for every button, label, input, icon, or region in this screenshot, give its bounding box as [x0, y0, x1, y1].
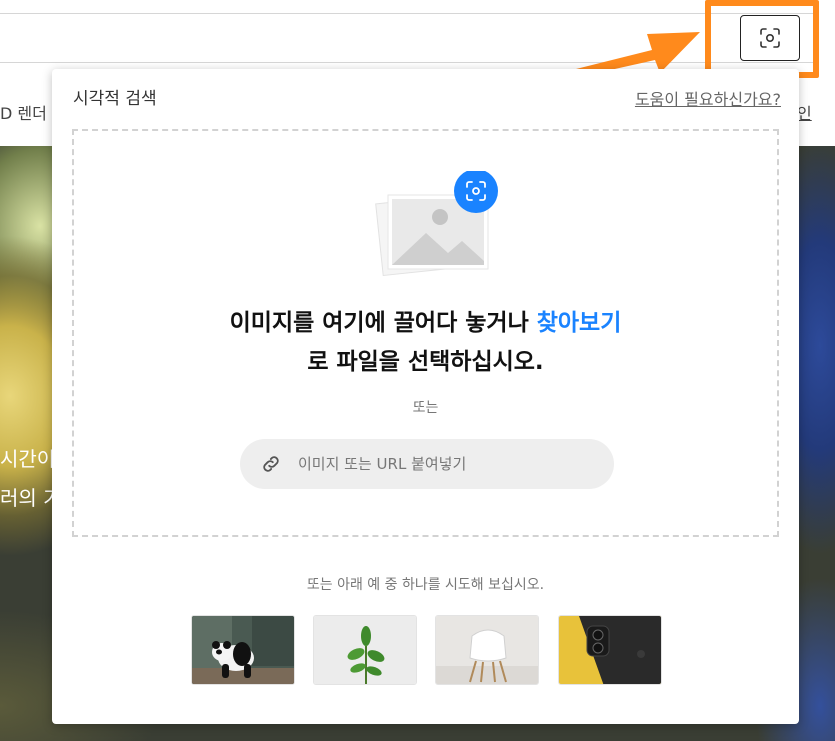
subnav-item[interactable]: D 렌더 — [0, 100, 47, 124]
url-input-container[interactable] — [240, 439, 614, 489]
example-thumbnail-phone[interactable] — [558, 615, 662, 685]
or-separator: 또는 — [412, 400, 439, 416]
subnav-link[interactable]: 인 — [797, 100, 812, 124]
browse-link[interactable]: 찾아보기 — [537, 310, 622, 336]
example-thumbnail-plant[interactable] — [313, 615, 417, 685]
drop-instructions-line2: 로 파일을 선택하십시오. — [307, 349, 544, 375]
highlight-box — [705, 0, 819, 78]
drop-instructions: 이미지를 여기에 끌어다 놓거나 찾아보기 — [74, 303, 777, 337]
plant-photo-icon — [314, 616, 416, 684]
example-thumbnail-panda[interactable] — [191, 615, 295, 685]
link-icon — [263, 456, 279, 472]
dialog-title: 시각적 검색 — [73, 89, 157, 109]
drop-instructions-text: 이미지를 여기에 끌어다 놓거나 — [229, 310, 537, 336]
url-input[interactable] — [296, 454, 614, 474]
search-bar[interactable] — [0, 13, 818, 63]
visual-search-dialog: 시각적 검색 도움이 필요하신가요? 이미지를 여기에 끌어다 놓거나 찾아보기… — [52, 69, 799, 724]
chair-photo-icon — [436, 616, 538, 684]
panda-photo-icon — [192, 616, 294, 684]
hero-text-line1: 시간이 — [0, 447, 56, 471]
phone-photo-icon — [559, 616, 661, 684]
help-link[interactable]: 도움이 필요하신가요? — [635, 86, 781, 110]
image-placeholder-icon — [375, 171, 498, 277]
examples-label: 또는 아래 예 중 하나를 시도해 보십시오. — [306, 577, 545, 593]
example-thumbnail-chair[interactable] — [435, 615, 539, 685]
image-drop-zone[interactable]: 이미지를 여기에 끌어다 놓거나 찾아보기 로 파일을 선택하십시오. 또는 — [72, 129, 779, 537]
